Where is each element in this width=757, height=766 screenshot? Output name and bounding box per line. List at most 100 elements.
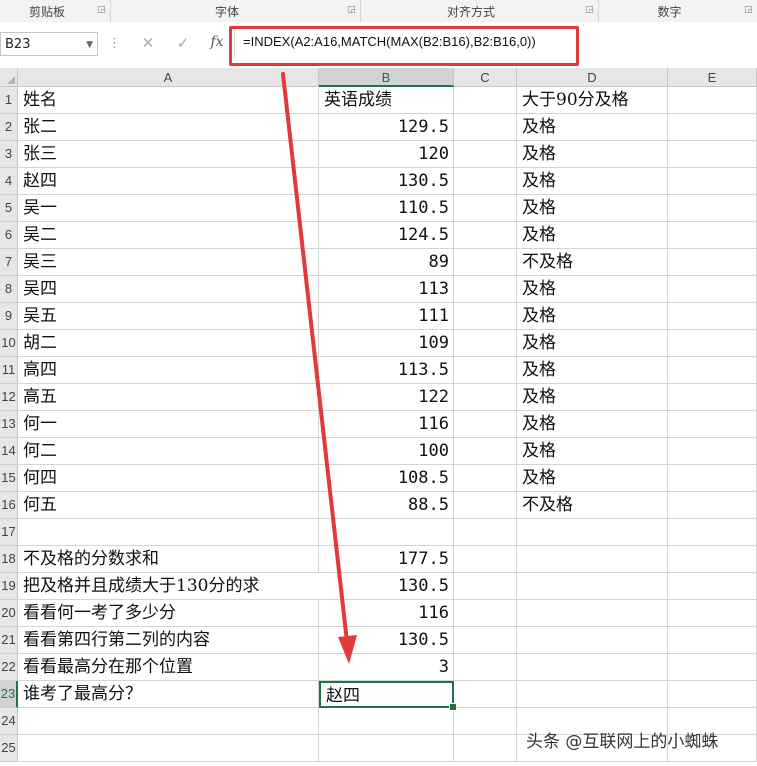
cell-b17[interactable] [319, 519, 454, 546]
cell-b9[interactable]: 111 [319, 303, 454, 330]
row-header[interactable]: 24 [0, 708, 18, 735]
row-header[interactable]: 15 [0, 465, 18, 492]
row-header[interactable]: 23 [0, 681, 18, 708]
cell-a21[interactable]: 看看第四行第二列的内容 [18, 627, 319, 654]
cell-b14[interactable]: 100 [319, 438, 454, 465]
cell-c6[interactable] [454, 222, 517, 249]
cell-e20[interactable] [668, 600, 757, 627]
cell-c11[interactable] [454, 357, 517, 384]
cell-a22[interactable]: 看看最高分在那个位置 [18, 654, 319, 681]
row-header[interactable]: 22 [0, 654, 18, 681]
row-header[interactable]: 4 [0, 168, 18, 195]
dialog-launcher-icon[interactable]: ◲ [97, 6, 106, 15]
cell-e15[interactable] [668, 465, 757, 492]
cell-e10[interactable] [668, 330, 757, 357]
cell-b20[interactable]: 116 [319, 600, 454, 627]
row-header[interactable]: 10 [0, 330, 18, 357]
cell-d15[interactable]: 及格 [517, 465, 668, 492]
cell-c8[interactable] [454, 276, 517, 303]
cell-e13[interactable] [668, 411, 757, 438]
cell-c7[interactable] [454, 249, 517, 276]
cell-c9[interactable] [454, 303, 517, 330]
select-all-button[interactable] [0, 68, 18, 87]
cell-a15[interactable]: 何四 [18, 465, 319, 492]
cell-d11[interactable]: 及格 [517, 357, 668, 384]
cell-e21[interactable] [668, 627, 757, 654]
cell-d12[interactable]: 及格 [517, 384, 668, 411]
cell-d16[interactable]: 不及格 [517, 492, 668, 519]
cell-b24[interactable] [319, 708, 454, 735]
cell-a12[interactable]: 高五 [18, 384, 319, 411]
row-header[interactable]: 7 [0, 249, 18, 276]
cell-b16[interactable]: 88.5 [319, 492, 454, 519]
cell-a7[interactable]: 吴三 [18, 249, 319, 276]
row-header[interactable]: 18 [0, 546, 18, 573]
cell-e8[interactable] [668, 276, 757, 303]
cell-c1[interactable] [454, 87, 517, 114]
cell-a17[interactable] [18, 519, 319, 546]
cell-c4[interactable] [454, 168, 517, 195]
row-header[interactable]: 13 [0, 411, 18, 438]
cell-e12[interactable] [668, 384, 757, 411]
cell-a9[interactable]: 吴五 [18, 303, 319, 330]
cell-b4[interactable]: 130.5 [319, 168, 454, 195]
cell-c12[interactable] [454, 384, 517, 411]
row-header[interactable]: 25 [0, 735, 18, 762]
cell-e3[interactable] [668, 141, 757, 168]
cell-d20[interactable] [517, 600, 668, 627]
cell-a8[interactable]: 吴四 [18, 276, 319, 303]
row-header[interactable]: 16 [0, 492, 18, 519]
cell-b1[interactable]: 英语成绩 [319, 87, 454, 114]
cell-d19[interactable] [517, 573, 668, 600]
cell-c14[interactable] [454, 438, 517, 465]
cell-e11[interactable] [668, 357, 757, 384]
column-header-d[interactable]: D [517, 68, 668, 87]
cell-d23[interactable] [517, 681, 668, 708]
cell-a2[interactable]: 张二 [18, 114, 319, 141]
row-header[interactable]: 20 [0, 600, 18, 627]
cell-c16[interactable] [454, 492, 517, 519]
row-header[interactable]: 2 [0, 114, 18, 141]
cell-d5[interactable]: 及格 [517, 195, 668, 222]
cell-b22[interactable]: 3 [319, 654, 454, 681]
column-header-b[interactable]: B [319, 68, 454, 87]
cell-c24[interactable] [454, 708, 517, 735]
cell-b5[interactable]: 110.5 [319, 195, 454, 222]
cell-a19[interactable]: 把及格并且成绩大于130分的求 [18, 573, 319, 600]
cell-b6[interactable]: 124.5 [319, 222, 454, 249]
cell-e16[interactable] [668, 492, 757, 519]
cell-b23[interactable]: 赵四 [319, 681, 454, 708]
cell-c21[interactable] [454, 627, 517, 654]
row-header[interactable]: 21 [0, 627, 18, 654]
cell-d3[interactable]: 及格 [517, 141, 668, 168]
cell-b11[interactable]: 113.5 [319, 357, 454, 384]
cell-c25[interactable] [454, 735, 517, 762]
cell-a6[interactable]: 吴二 [18, 222, 319, 249]
cell-a16[interactable]: 何五 [18, 492, 319, 519]
cell-c15[interactable] [454, 465, 517, 492]
cancel-icon[interactable]: ✕ [138, 34, 158, 52]
cell-c13[interactable] [454, 411, 517, 438]
cell-e9[interactable] [668, 303, 757, 330]
cell-a5[interactable]: 吴一 [18, 195, 319, 222]
row-header[interactable]: 19 [0, 573, 18, 600]
cell-a25[interactable] [18, 735, 319, 762]
cell-b2[interactable]: 129.5 [319, 114, 454, 141]
cell-b19[interactable]: 130.5 [319, 573, 454, 600]
fill-handle[interactable] [449, 703, 457, 711]
cell-d17[interactable] [517, 519, 668, 546]
row-header[interactable]: 14 [0, 438, 18, 465]
cell-b3[interactable]: 120 [319, 141, 454, 168]
cell-d18[interactable] [517, 546, 668, 573]
cell-a20[interactable]: 看看何一考了多少分 [18, 600, 319, 627]
cell-e7[interactable] [668, 249, 757, 276]
cell-d10[interactable]: 及格 [517, 330, 668, 357]
row-header[interactable]: 8 [0, 276, 18, 303]
dialog-launcher-icon[interactable]: ◲ [347, 6, 356, 15]
cell-b7[interactable]: 89 [319, 249, 454, 276]
cell-d13[interactable]: 及格 [517, 411, 668, 438]
cell-d7[interactable]: 不及格 [517, 249, 668, 276]
cell-d9[interactable]: 及格 [517, 303, 668, 330]
cell-a11[interactable]: 高四 [18, 357, 319, 384]
name-box[interactable]: B23 ▼ [0, 32, 98, 56]
